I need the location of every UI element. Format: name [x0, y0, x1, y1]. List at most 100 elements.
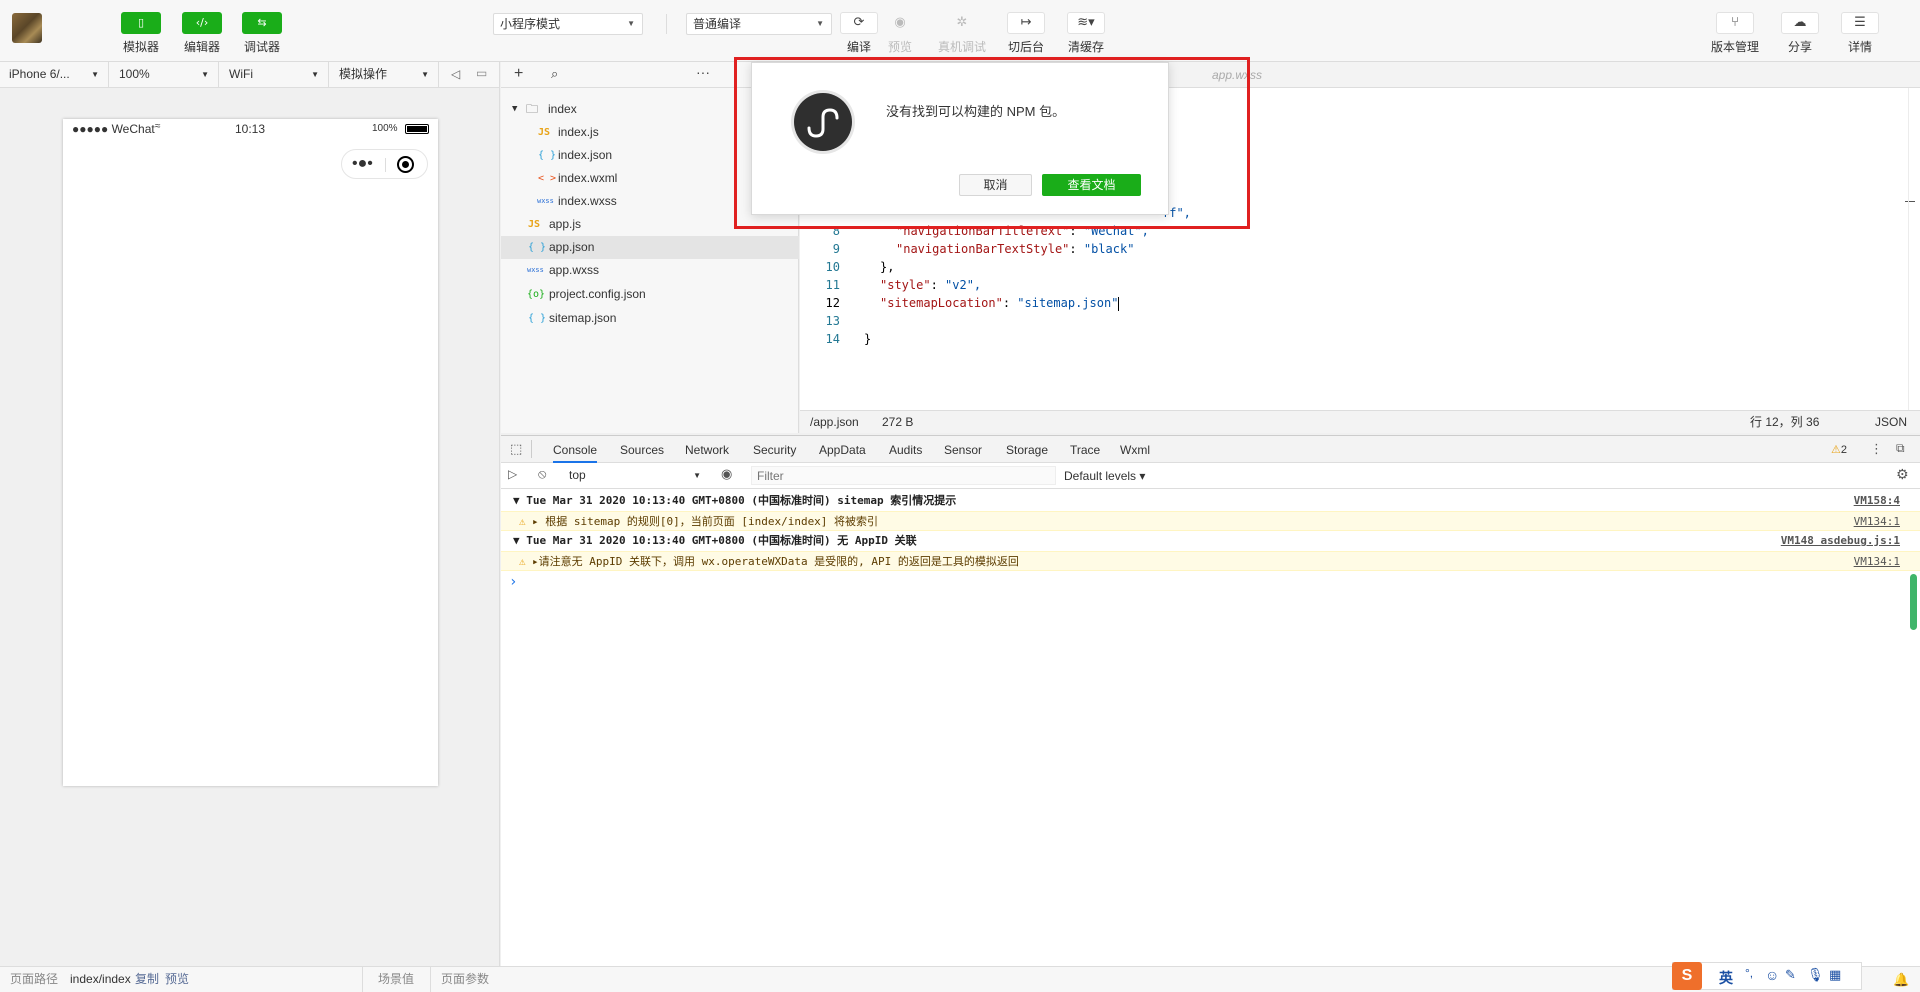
eye-icon[interactable]: ◉ — [721, 466, 732, 482]
more-dots-icon[interactable]: •●• — [352, 154, 373, 174]
mode-select[interactable]: 小程序模式 ▼ — [493, 13, 643, 35]
detach-window-icon[interactable]: ▭ — [476, 66, 487, 80]
ime-language-toggle[interactable]: 英 — [1719, 968, 1733, 988]
phone-icon: ▯ — [121, 12, 161, 34]
console-output: ▼ Tue Mar 31 2020 10:13:40 GMT+0800 (中国标… — [501, 489, 1920, 966]
emoji-icon[interactable]: ☺ — [1765, 967, 1779, 983]
page-params-button[interactable]: 页面参数 — [441, 967, 489, 992]
code-line: "style": "v2", — [880, 278, 982, 292]
tab-storage[interactable]: Storage — [1006, 436, 1048, 463]
clear-console-icon[interactable]: ⦸ — [538, 466, 546, 482]
wxml-file-icon: < > — [538, 173, 557, 184]
tab-sensor[interactable]: Sensor — [944, 436, 982, 463]
console-group-header[interactable]: ▼ Tue Mar 31 2020 10:13:40 GMT+0800 (中国标… — [501, 491, 1920, 511]
console-prompt[interactable]: › — [501, 572, 1920, 592]
console-scrollbar-thumb[interactable] — [1910, 574, 1917, 630]
search-icon[interactable]: ⌕ — [551, 66, 558, 82]
line-number: 11 — [825, 278, 840, 292]
tree-file-selected[interactable]: { } app.json — [501, 236, 799, 259]
add-icon[interactable]: + — [514, 65, 523, 83]
context-select[interactable]: top ▼ — [565, 466, 705, 485]
tab-console[interactable]: Console — [553, 436, 598, 463]
js-file-icon: JS — [538, 127, 551, 138]
tab-audits[interactable]: Audits — [889, 436, 922, 463]
phone-screen[interactable]: ●●●●● WeChat ≈ 10:13 100% •●• — [63, 119, 438, 786]
source-link[interactable]: VM158:4 — [1854, 491, 1900, 511]
tab-wxml[interactable]: Wxml — [1120, 436, 1150, 463]
tab-trace[interactable]: Trace — [1070, 436, 1100, 463]
grid-icon[interactable]: ▦ — [1829, 967, 1841, 983]
version-control-button[interactable]: ⑂ 版本管理 — [1709, 12, 1761, 56]
source-link[interactable]: VM148 asdebug.js:1 — [1781, 531, 1900, 551]
line-number-current: 12 — [825, 296, 840, 310]
tab-network[interactable]: Network — [685, 436, 729, 463]
miniprogram-capsule: •●• — [341, 149, 428, 179]
speaker-icon[interactable]: ◁ — [451, 67, 460, 81]
source-link[interactable]: VM134:1 — [1854, 512, 1900, 532]
console-warning-row[interactable]: ⚠ ▸请注意无 AppID 关联下，调用 wx.operateWXData 是受… — [501, 551, 1920, 571]
scene-button[interactable]: 场景值 — [378, 967, 414, 992]
microphone-icon[interactable]: 🎙 — [1807, 967, 1824, 983]
console-group-header[interactable]: ▼ Tue Mar 31 2020 10:13:40 GMT+0800 (中国标… — [501, 531, 1920, 551]
inspect-element-icon[interactable]: ⬚ — [510, 441, 522, 457]
refresh-icon: ⟳ — [840, 12, 878, 34]
punctuation-icon[interactable]: °, — [1745, 966, 1753, 980]
clear-cache-button[interactable]: ≋▾ 清缓存 — [1064, 12, 1108, 56]
code-line: "navigationBarTextStyle": "black" — [896, 242, 1135, 256]
console-filter-input[interactable] — [751, 466, 1056, 485]
remote-debug-button[interactable]: ✲ 真机调试 — [936, 12, 988, 56]
network-select[interactable]: WiFi ▼ — [220, 62, 329, 87]
warning-count-badge[interactable]: ⚠2 — [1831, 443, 1847, 456]
tree-file[interactable]: {o} project.config.json — [501, 283, 799, 306]
highlight-box — [734, 57, 1250, 229]
folder-icon: 🗀 — [526, 102, 539, 116]
share-button[interactable]: ☁ 分享 — [1780, 12, 1820, 56]
gear-icon[interactable]: ⚙ — [1896, 466, 1909, 483]
compile-button[interactable]: ⟳ 编译 — [839, 12, 879, 56]
close-circle-icon[interactable] — [397, 156, 414, 173]
sidebar-toggle-icon[interactable]: ▷ — [508, 467, 517, 481]
preview-link[interactable]: 预览 — [165, 967, 189, 992]
source-link[interactable]: VM134:1 — [1854, 552, 1900, 572]
kebab-menu-icon[interactable]: ⋮ — [1870, 441, 1883, 457]
chevron-down-icon: ▼ — [627, 19, 635, 28]
battery-text: 100% — [372, 123, 398, 134]
simulator-toggle-button[interactable]: ▯ 模拟器 — [111, 12, 171, 56]
text-cursor — [1118, 296, 1120, 311]
exit-arrow-icon: ↦ — [1007, 12, 1045, 34]
undock-icon[interactable]: ⧉ — [1896, 441, 1905, 456]
log-levels-select[interactable]: Default levels ▾ — [1064, 469, 1145, 483]
compile-mode-select[interactable]: 普通编译 ▼ — [686, 13, 832, 35]
status-file-size: 272 B — [882, 415, 914, 429]
tree-file[interactable]: wxss app.wxss — [501, 259, 799, 282]
operation-select[interactable]: 模拟操作 ▼ — [330, 62, 439, 87]
debugger-toggle-button[interactable]: ⇆ 调试器 — [232, 12, 292, 56]
status-cursor-position[interactable]: 行 12，列 36 — [1750, 411, 1819, 433]
page-path-value: index/index — [70, 972, 131, 986]
zoom-select[interactable]: 100% ▼ — [110, 62, 219, 87]
code-line-current: "sitemapLocation": "sitemap.json" — [880, 296, 1120, 311]
warning-icon: ⚠ — [519, 555, 526, 568]
branch-icon: ⑂ — [1716, 12, 1754, 34]
tab-appdata[interactable]: AppData — [819, 436, 866, 463]
details-button[interactable]: ☰ 详情 — [1840, 12, 1880, 56]
preview-button[interactable]: ◉ 预览 — [880, 12, 920, 56]
pen-icon[interactable]: ✎ — [1785, 967, 1796, 983]
code-line: } — [864, 332, 872, 346]
editor-scrollbar-track[interactable] — [1908, 88, 1909, 410]
line-number: 10 — [825, 260, 840, 274]
copy-link[interactable]: 复制 — [135, 967, 159, 992]
tab-security[interactable]: Security — [753, 436, 796, 463]
tree-file[interactable]: { } sitemap.json — [501, 307, 799, 330]
more-icon[interactable]: ··· — [696, 64, 710, 80]
user-avatar[interactable] — [12, 13, 42, 43]
chevron-down-icon: ▼ — [421, 70, 429, 79]
device-select[interactable]: iPhone 6/... ▼ — [0, 62, 109, 87]
bell-icon[interactable]: 🔔 — [1893, 967, 1909, 992]
background-button[interactable]: ↦ 切后台 — [1004, 12, 1048, 56]
console-warning-row[interactable]: ⚠ ▸ 根据 sitemap 的规则[0]，当前页面 [index/index]… — [501, 511, 1920, 531]
status-language[interactable]: JSON — [1875, 411, 1907, 433]
tab-sources[interactable]: Sources — [620, 436, 664, 463]
sogou-logo-icon[interactable]: S — [1672, 962, 1702, 990]
editor-toggle-button[interactable]: ‹/› 编辑器 — [172, 12, 232, 56]
